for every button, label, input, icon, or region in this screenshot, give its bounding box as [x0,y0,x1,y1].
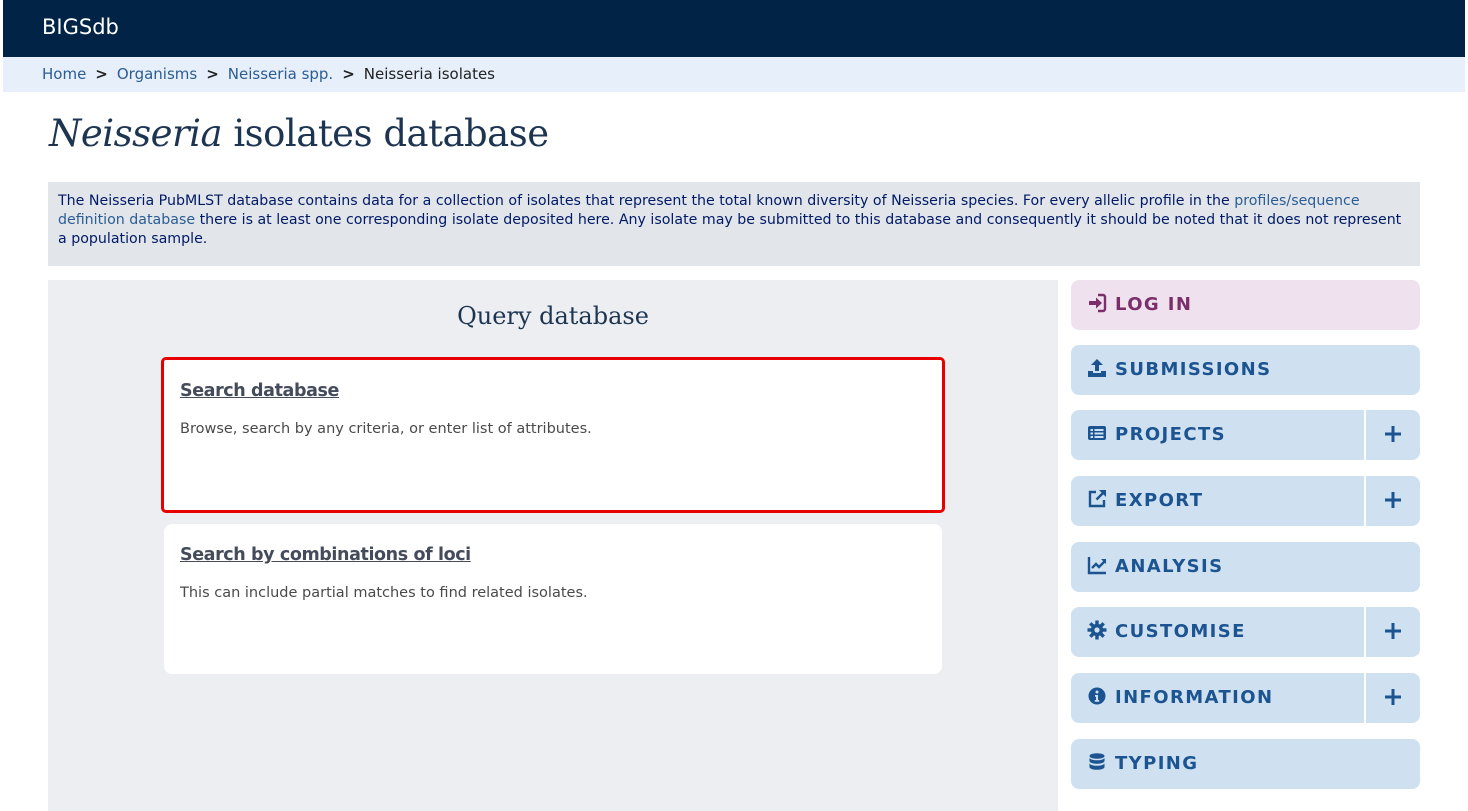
query-database-panel: Query database Search database Browse, s… [48,280,1058,811]
top-header-bar: BIGSdb [3,0,1465,57]
typing-button[interactable]: TYPING [1071,739,1420,789]
search-database-description: Browse, search by any criteria, or enter… [180,421,592,437]
chart-line-icon [1087,555,1107,575]
search-loci-combinations-card[interactable]: Search by combinations of loci This can … [164,524,942,674]
breadcrumb-home-link[interactable]: Home [42,65,86,83]
search-database-link[interactable]: Search database [180,381,339,401]
submissions-label: SUBMISSIONS [1115,359,1272,380]
search-loci-combinations-link[interactable]: Search by combinations of loci [180,545,471,565]
customise-button[interactable]: CUSTOMISE [1071,607,1420,657]
analysis-label: ANALYSIS [1115,556,1224,577]
breadcrumb-neisseria-spp-link[interactable]: Neisseria spp. [228,65,333,83]
info-circle-icon [1087,686,1107,706]
export-expand-button[interactable] [1364,476,1420,526]
description-text-before: The Neisseria PubMLST database contains … [58,193,1235,209]
description-text-after: there is at least one corresponding isol… [58,212,1402,247]
analysis-button[interactable]: ANALYSIS [1071,542,1420,592]
customise-expand-button[interactable] [1364,607,1420,657]
plus-icon [1384,688,1402,706]
page-title: Neisseria isolates database [49,112,549,155]
search-loci-combinations-description: This can include partial matches to find… [180,585,588,601]
breadcrumb-current: Neisseria isolates [363,65,495,83]
plus-icon [1384,425,1402,443]
sign-in-icon [1087,293,1107,313]
list-icon [1087,423,1107,443]
breadcrumb-separator: > [206,65,219,83]
breadcrumb-separator: > [95,65,108,83]
information-button[interactable]: INFORMATION [1071,673,1420,723]
brand-link[interactable]: BIGSdb [42,15,119,39]
projects-expand-button[interactable] [1364,410,1420,460]
page-title-italic: Neisseria [49,112,223,155]
breadcrumb: Home > Organisms > Neisseria spp. > Neisseria … [3,57,1465,92]
query-panel-title: Query database [457,302,649,330]
projects-label: PROJECTS [1115,424,1226,445]
customise-label: CUSTOMISE [1115,621,1246,642]
information-label: INFORMATION [1115,687,1274,708]
login-button[interactable]: LOG IN [1071,280,1420,330]
database-description: The Neisseria PubMLST database contains … [48,182,1420,266]
export-button[interactable]: EXPORT [1071,476,1420,526]
login-label: LOG IN [1115,294,1193,315]
typing-label: TYPING [1115,753,1199,774]
export-label: EXPORT [1115,490,1204,511]
search-database-card[interactable]: Search database Browse, search by any cr… [161,357,945,513]
projects-button[interactable]: PROJECTS [1071,410,1420,460]
breadcrumb-organisms-link[interactable]: Organisms [117,65,197,83]
upload-icon [1087,358,1107,378]
plus-icon [1384,491,1402,509]
breadcrumb-separator: > [342,65,355,83]
gear-icon [1087,620,1107,640]
page-title-rest: isolates database [222,112,549,155]
external-link-icon [1087,489,1107,509]
plus-icon [1384,622,1402,640]
submissions-button[interactable]: SUBMISSIONS [1071,345,1420,395]
information-expand-button[interactable] [1364,673,1420,723]
database-icon [1087,752,1107,772]
